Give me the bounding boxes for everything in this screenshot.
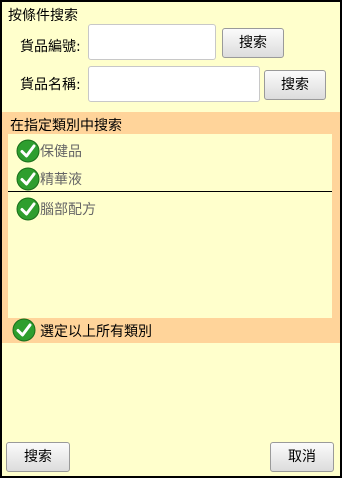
category-item-label: 精華液 bbox=[40, 172, 82, 188]
category-item[interactable]: 保健品 bbox=[8, 137, 332, 165]
category-panel-title: 在指定類別中搜索 bbox=[10, 118, 122, 134]
list-divider bbox=[8, 191, 332, 192]
cancel-button[interactable]: 取消 bbox=[270, 442, 334, 472]
check-icon[interactable] bbox=[12, 318, 36, 342]
check-icon[interactable] bbox=[16, 167, 40, 191]
select-all-categories[interactable]: 選定以上所有類別 bbox=[12, 317, 312, 343]
product-name-label: 貨品名稱: bbox=[20, 77, 81, 93]
product-name-search-button[interactable]: 搜索 bbox=[264, 70, 326, 100]
search-button[interactable]: 搜索 bbox=[6, 442, 70, 472]
check-icon[interactable] bbox=[16, 139, 40, 163]
category-item-label: 腦部配方 bbox=[40, 202, 96, 218]
product-code-input[interactable] bbox=[88, 24, 216, 60]
page-title: 按條件搜索 bbox=[8, 8, 78, 24]
select-all-label: 選定以上所有類別 bbox=[40, 324, 152, 340]
category-item[interactable]: 腦部配方 bbox=[8, 195, 332, 223]
category-list[interactable]: 保健品 精華液 腦部配方 bbox=[8, 134, 332, 318]
category-item[interactable]: 精華液 bbox=[8, 165, 332, 193]
check-icon[interactable] bbox=[16, 197, 40, 221]
category-item-label: 保健品 bbox=[40, 144, 82, 160]
product-name-input[interactable] bbox=[88, 66, 260, 102]
category-panel: 在指定類別中搜索 保健品 精華液 腦部配方 選定以上所有類別 bbox=[2, 112, 340, 343]
product-code-search-button[interactable]: 搜索 bbox=[222, 28, 284, 58]
app-window: 按條件搜索 貨品編號: 搜索 貨品名稱: 搜索 在指定類別中搜索 保健品 精華液 bbox=[2, 2, 340, 476]
product-code-label: 貨品編號: bbox=[20, 39, 81, 55]
